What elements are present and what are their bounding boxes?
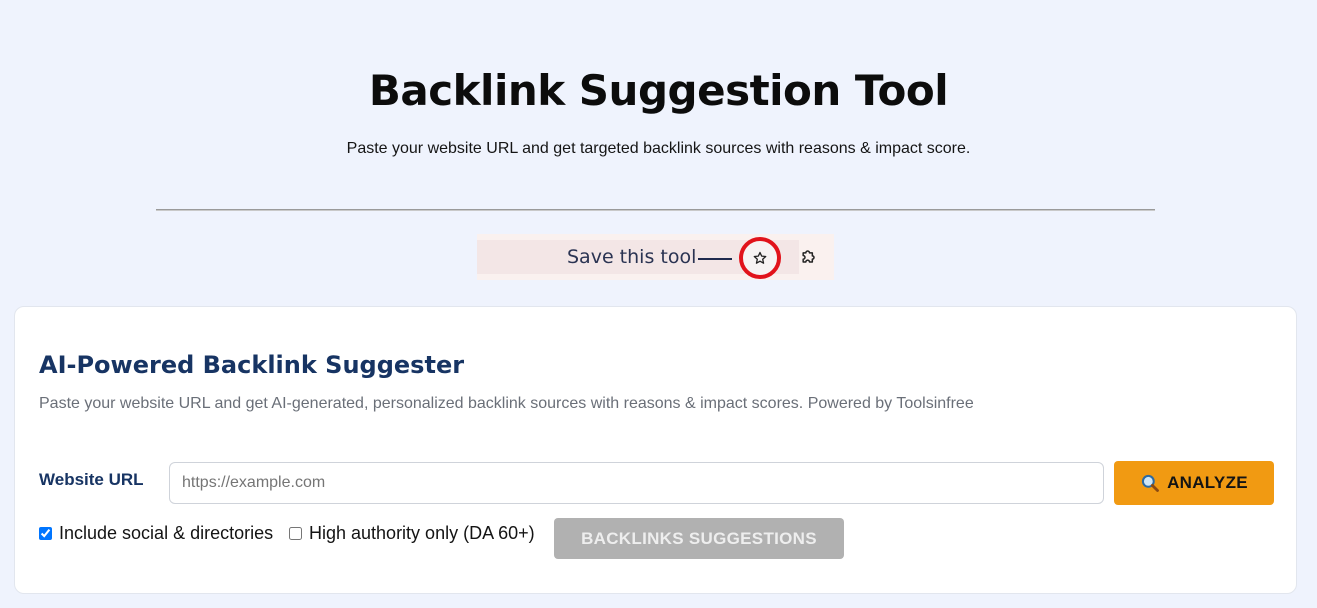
analyze-button[interactable]: ANALYZE bbox=[1114, 461, 1274, 505]
save-tool-label: Save this tool bbox=[567, 246, 697, 268]
website-url-input[interactable] bbox=[169, 462, 1104, 504]
website-url-label: Website URL bbox=[39, 470, 144, 489]
high-authority-label: High authority only (DA 60+) bbox=[309, 523, 535, 543]
analyze-label: ANALYZE bbox=[1167, 473, 1248, 492]
option-high-authority[interactable]: High authority only (DA 60+) bbox=[289, 523, 535, 544]
social-directories-checkbox[interactable] bbox=[39, 527, 52, 540]
puzzle-piece-icon[interactable] bbox=[799, 247, 819, 267]
backlinks-suggestions-button[interactable]: BACKLINKS SUGGESTIONS bbox=[554, 518, 844, 559]
pointer-line bbox=[698, 258, 732, 260]
backlink-suggester-card: AI-Powered Backlink Suggester Paste your… bbox=[14, 306, 1297, 594]
star-icon bbox=[753, 251, 767, 264]
bookmark-star-button[interactable] bbox=[739, 237, 781, 279]
option-social-directories[interactable]: Include social & directories bbox=[39, 523, 273, 544]
card-description: Paste your website URL and get AI-genera… bbox=[39, 395, 974, 412]
card-title: AI-Powered Backlink Suggester bbox=[39, 351, 465, 379]
page-subtitle: Paste your website URL and get targeted … bbox=[346, 140, 971, 157]
high-authority-checkbox[interactable] bbox=[289, 527, 302, 540]
divider bbox=[156, 209, 1155, 211]
save-tool-bar: Save this tool bbox=[477, 234, 834, 280]
page-title: Backlink Suggestion Tool bbox=[368, 66, 949, 115]
magnifier-icon bbox=[1141, 474, 1159, 492]
social-directories-label: Include social & directories bbox=[59, 523, 274, 543]
